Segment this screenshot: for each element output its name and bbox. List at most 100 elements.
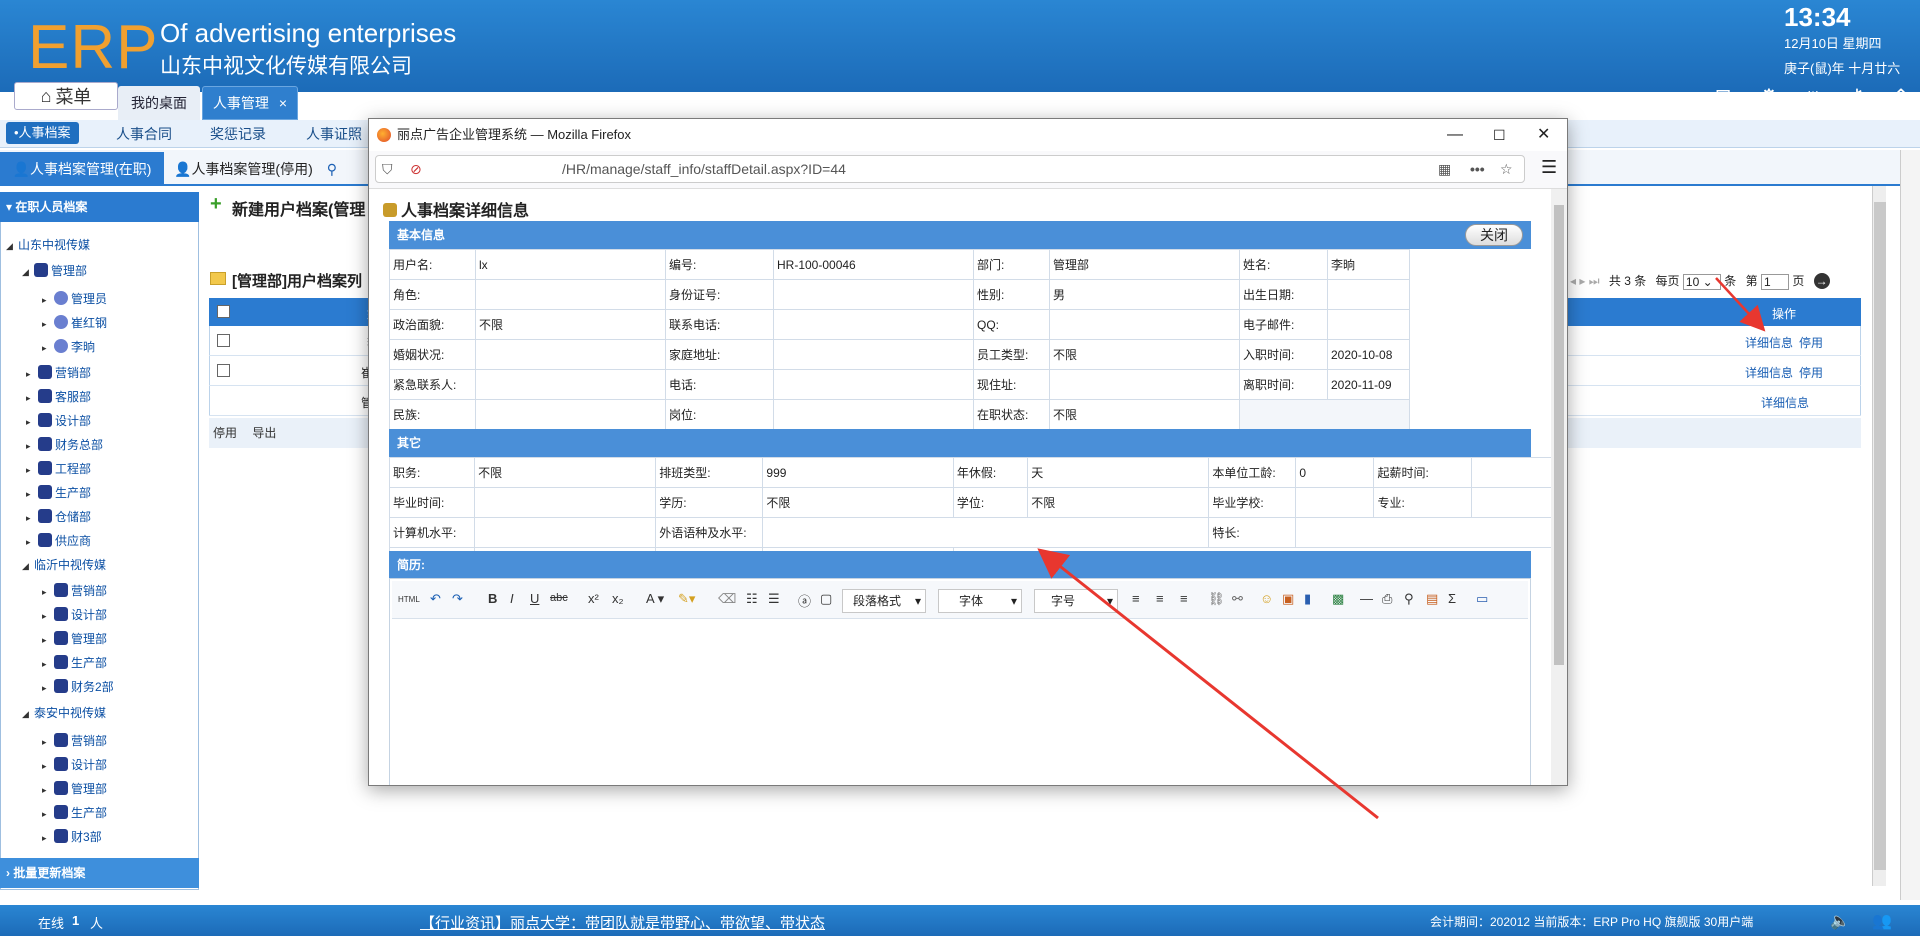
- quote-icon[interactable]: ⓐ: [798, 591, 811, 610]
- chevron-right-icon[interactable]: ▸: [26, 437, 38, 455]
- align-right-icon[interactable]: ≡: [1180, 591, 1188, 606]
- chevron-down-icon[interactable]: ◢: [6, 237, 18, 255]
- chevron-right-icon[interactable]: ▸: [26, 461, 38, 479]
- eraser-icon[interactable]: ⌫: [718, 591, 736, 607]
- tree-node[interactable]: ▸ 设计部: [42, 606, 107, 624]
- print-icon[interactable]: ⎙: [1382, 591, 1392, 607]
- maximize-icon[interactable]: ☐: [1493, 119, 1506, 151]
- close-button[interactable]: 关闭: [1465, 224, 1523, 246]
- collapse-up-icon[interactable]: ⌃: [1890, 86, 1912, 108]
- qr-icon[interactable]: ▦: [1438, 156, 1451, 182]
- subnav-item-rewards[interactable]: 奖惩记录: [198, 120, 278, 148]
- tree-node[interactable]: ◢ 管理部: [22, 262, 87, 280]
- chevron-right-icon[interactable]: ▸: [26, 413, 38, 431]
- tree-node[interactable]: ▸ 营销部: [26, 364, 91, 382]
- paste-text-icon[interactable]: ▢: [820, 591, 832, 607]
- tab-hr-management[interactable]: 人事管理 ×: [202, 86, 298, 120]
- chevron-right-icon[interactable]: ▸: [42, 291, 54, 309]
- font-family-select[interactable]: 字体 ▾: [938, 589, 1022, 613]
- star-icon[interactable]: ☆: [1500, 156, 1513, 182]
- tree-node[interactable]: ▸ 生产部: [42, 654, 107, 672]
- html-source-button[interactable]: HTML: [398, 595, 420, 604]
- disable-link[interactable]: 停用: [1799, 334, 1823, 351]
- per-page-select[interactable]: 10 ⌄: [1682, 273, 1721, 290]
- pager-prev-icon[interactable]: ◂ ▸ ⏭: [1570, 274, 1600, 288]
- chevron-right-icon[interactable]: ▸: [42, 655, 54, 673]
- chevron-right-icon[interactable]: ▸: [26, 389, 38, 407]
- chevron-down-icon[interactable]: ◢: [22, 557, 34, 575]
- tab-hr-disabled[interactable]: 👤人事档案管理(停用) ⚲: [174, 152, 337, 186]
- outer-scrollbar[interactable]: [1900, 150, 1920, 900]
- chevron-right-icon[interactable]: ▸: [42, 805, 54, 823]
- minimize-icon[interactable]: —: [1447, 119, 1463, 151]
- unordered-list-icon[interactable]: ☰: [768, 591, 780, 607]
- detail-link[interactable]: 详细信息: [1745, 334, 1793, 351]
- tree-node[interactable]: ▸ 设计部: [26, 412, 91, 430]
- speaker-icon[interactable]: 🔈: [1830, 911, 1850, 931]
- picture-icon[interactable]: ▩: [1332, 591, 1344, 607]
- tree-node[interactable]: ▸ 生产部: [42, 804, 107, 822]
- scroll-thumb[interactable]: [1874, 202, 1886, 870]
- redo-icon[interactable]: ↷: [452, 591, 463, 607]
- chevron-right-icon[interactable]: ▸: [42, 339, 54, 357]
- underline-icon[interactable]: U: [530, 591, 539, 606]
- align-center-icon[interactable]: ≡: [1156, 591, 1164, 606]
- go-arrow-icon[interactable]: →: [1813, 273, 1830, 289]
- popup-scrollbar[interactable]: [1551, 189, 1567, 785]
- news-ticker[interactable]: 【行业资讯】丽点大学：带团队就是带野心、带欲望、带状态: [420, 912, 825, 933]
- tree-node[interactable]: ▸ 营销部: [42, 582, 107, 600]
- chevron-right-icon[interactable]: ▸: [42, 733, 54, 751]
- tree-node[interactable]: ▸ 供应商: [26, 532, 91, 550]
- tree-node[interactable]: ▸ 崔红钢: [42, 314, 107, 332]
- tree-node[interactable]: ◢ 山东中视传媒: [6, 236, 90, 254]
- chevron-down-icon[interactable]: ◢: [22, 263, 34, 281]
- chevron-right-icon[interactable]: ▸: [42, 607, 54, 625]
- bold-icon[interactable]: B: [488, 591, 497, 606]
- menu-button[interactable]: ⌂ 菜单: [14, 82, 118, 110]
- footer-export-button[interactable]: 导出: [252, 426, 276, 440]
- chevron-right-icon[interactable]: ▸: [26, 485, 38, 503]
- tree-node[interactable]: ▸ 仓储部: [26, 508, 91, 526]
- new-profile-title[interactable]: 新建用户档案(管理: [232, 196, 365, 220]
- chevron-right-icon[interactable]: ▸: [42, 679, 54, 697]
- resume-editor[interactable]: HTML ↶ ↷ B I U abc x² x₂ A ▾ ✎▾ ⌫ ☷ ☰ ⓐ …: [389, 578, 1531, 785]
- close-icon[interactable]: ✕: [1537, 119, 1550, 151]
- popup-scroll-thumb[interactable]: [1554, 205, 1564, 665]
- chevron-right-icon[interactable]: ▸: [42, 829, 54, 847]
- tree-node[interactable]: ▸ 工程部: [26, 460, 91, 478]
- ordered-list-icon[interactable]: ☷: [746, 591, 758, 607]
- url-field[interactable]: ⛉ ⊘ /HR/manage/staff_info/staffDetail.as…: [375, 155, 1525, 183]
- subnav-item-contract[interactable]: 人事合同: [104, 120, 184, 148]
- more-icon[interactable]: •••: [1470, 156, 1485, 182]
- tree-node[interactable]: ▸ 管理部: [42, 780, 107, 798]
- fullscreen-icon[interactable]: ▭: [1476, 591, 1488, 607]
- chevron-right-icon[interactable]: ▸: [42, 583, 54, 601]
- unlink-icon[interactable]: ⚯: [1232, 591, 1243, 607]
- chevron-right-icon[interactable]: ▸: [26, 509, 38, 527]
- tree-node[interactable]: ▸ 财3部: [42, 828, 102, 846]
- paragraph-format-select[interactable]: 段落格式 ▾: [842, 589, 926, 613]
- image-icon[interactable]: ▣: [1282, 591, 1294, 607]
- strike-icon[interactable]: abc: [550, 592, 568, 604]
- horizontal-rule-icon[interactable]: —: [1360, 591, 1373, 606]
- row-checkbox[interactable]: [217, 334, 230, 347]
- gear-icon[interactable]: ⚙: [1758, 86, 1780, 108]
- tree-node[interactable]: ▸ 管理部: [42, 630, 107, 648]
- tree-footer[interactable]: › 批量更新档案: [0, 858, 199, 888]
- preview-icon[interactable]: ⚲: [1404, 591, 1414, 607]
- chevron-right-icon[interactable]: ▸: [42, 781, 54, 799]
- select-all-checkbox[interactable]: [217, 305, 230, 318]
- tree-node[interactable]: ◢ 临沂中视传媒: [22, 556, 106, 574]
- subnav-item-hr-records[interactable]: •人事档案: [6, 122, 79, 144]
- detail-link[interactable]: 详细信息: [1745, 364, 1793, 381]
- window-titlebar[interactable]: 丽点广告企业管理系统 — Mozilla Firefox — ☐ ✕: [369, 119, 1567, 151]
- row-checkbox[interactable]: [217, 364, 230, 377]
- tree-node[interactable]: ◢ 泰安中视传媒: [22, 704, 106, 722]
- chevron-right-icon[interactable]: ▸: [26, 533, 38, 551]
- insecure-icon[interactable]: ⊘: [410, 156, 422, 182]
- grid-plus-icon[interactable]: ⊞: [1712, 86, 1734, 108]
- highlight-icon[interactable]: ✎▾: [678, 591, 695, 607]
- tree-node[interactable]: ▸ 生产部: [26, 484, 91, 502]
- font-size-select[interactable]: 字号 ▾: [1034, 589, 1118, 613]
- shield-icon[interactable]: ⛉: [382, 156, 393, 182]
